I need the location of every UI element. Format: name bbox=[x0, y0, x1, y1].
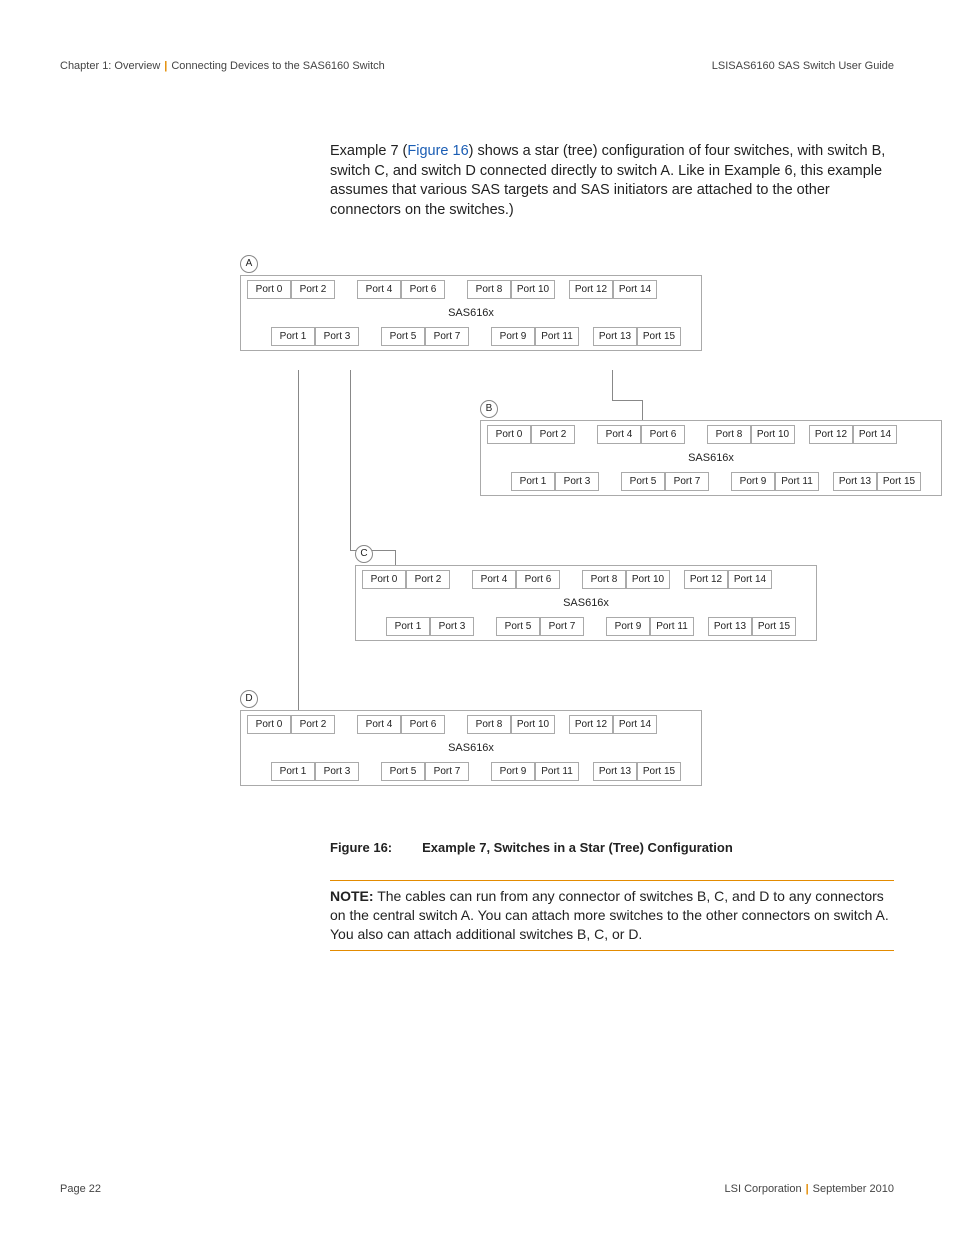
switch-model-label: SAS616x bbox=[241, 738, 701, 758]
port-box: Port 10 bbox=[626, 570, 670, 589]
port-box: Port 11 bbox=[650, 617, 694, 636]
switch-model-label: SAS616x bbox=[481, 448, 941, 468]
switch-a: Port 0Port 2 Port 4Port 6 Port 8Port 10 … bbox=[240, 275, 702, 351]
page-header: Chapter 1: Overview|Connecting Devices t… bbox=[60, 60, 894, 72]
port-box: Port 10 bbox=[751, 425, 795, 444]
port-box: Port 14 bbox=[613, 715, 657, 734]
section-label: Connecting Devices to the SAS6160 Switch bbox=[171, 60, 384, 72]
switch-badge-b: B bbox=[480, 400, 498, 418]
figure-link[interactable]: Figure 16 bbox=[407, 143, 468, 159]
chapter-label: Chapter 1: Overview bbox=[60, 60, 160, 72]
port-box: Port 13 bbox=[593, 327, 637, 346]
note-block: NOTE: The cables can run from any connec… bbox=[330, 880, 894, 951]
figure-caption: Figure 16: Example 7, Switches in a Star … bbox=[330, 840, 894, 855]
port-box: Port 13 bbox=[708, 617, 752, 636]
port-box: Port 13 bbox=[833, 472, 877, 491]
port-box: Port 10 bbox=[511, 715, 555, 734]
port-box: Port 3 bbox=[555, 472, 599, 491]
port-box: Port 7 bbox=[425, 327, 469, 346]
port-box: Port 11 bbox=[535, 327, 579, 346]
port-box: Port 9 bbox=[731, 472, 775, 491]
port-box: Port 6 bbox=[641, 425, 685, 444]
port-box: Port 11 bbox=[775, 472, 819, 491]
port-box: Port 6 bbox=[401, 715, 445, 734]
port-box: Port 12 bbox=[684, 570, 728, 589]
port-box: Port 13 bbox=[593, 762, 637, 781]
port-box: Port 4 bbox=[597, 425, 641, 444]
port-box: Port 15 bbox=[877, 472, 921, 491]
port-box: Port 15 bbox=[637, 762, 681, 781]
port-box: Port 1 bbox=[271, 327, 315, 346]
port-box: Port 3 bbox=[430, 617, 474, 636]
port-box: Port 7 bbox=[665, 472, 709, 491]
switch-badge-c: C bbox=[355, 545, 373, 563]
page-footer: Page 22 LSI Corporation|September 2010 bbox=[60, 1183, 894, 1195]
port-box: Port 3 bbox=[315, 762, 359, 781]
header-left: Chapter 1: Overview|Connecting Devices t… bbox=[60, 60, 385, 72]
port-box: Port 6 bbox=[401, 280, 445, 299]
port-box: Port 8 bbox=[707, 425, 751, 444]
port-box: Port 1 bbox=[511, 472, 555, 491]
figure-number: Figure 16: bbox=[330, 840, 392, 855]
port-box: Port 1 bbox=[271, 762, 315, 781]
body-paragraph: Example 7 (Figure 16) shows a star (tree… bbox=[330, 142, 894, 220]
footer-separator-icon: | bbox=[802, 1183, 813, 1195]
body-pre: Example 7 ( bbox=[330, 143, 407, 159]
switch-b: Port 0Port 2 Port 4Port 6 Port 8Port 10 … bbox=[480, 420, 942, 496]
port-box: Port 8 bbox=[467, 280, 511, 299]
figure-16-diagram: A Port 0Port 2 Port 4Port 6 Port 8Port 1… bbox=[180, 250, 940, 830]
port-box: Port 9 bbox=[491, 762, 535, 781]
port-box: Port 7 bbox=[540, 617, 584, 636]
footer-page: Page 22 bbox=[60, 1183, 101, 1195]
port-box: Port 14 bbox=[853, 425, 897, 444]
switch-c: Port 0Port 2 Port 4Port 6 Port 8Port 10 … bbox=[355, 565, 817, 641]
port-box: Port 5 bbox=[621, 472, 665, 491]
switch-model-label: SAS616x bbox=[241, 303, 701, 323]
port-box: Port 2 bbox=[406, 570, 450, 589]
switch-d: Port 0Port 2 Port 4Port 6 Port 8Port 10 … bbox=[240, 710, 702, 786]
port-box: Port 7 bbox=[425, 762, 469, 781]
port-box: Port 2 bbox=[291, 715, 335, 734]
switch-badge-d: D bbox=[240, 690, 258, 708]
footer-right: LSI Corporation|September 2010 bbox=[725, 1183, 894, 1195]
footer-date: September 2010 bbox=[813, 1183, 894, 1195]
port-box: Port 0 bbox=[247, 280, 291, 299]
port-box: Port 2 bbox=[531, 425, 575, 444]
port-box: Port 0 bbox=[362, 570, 406, 589]
port-box: Port 0 bbox=[247, 715, 291, 734]
port-box: Port 14 bbox=[613, 280, 657, 299]
port-box: Port 9 bbox=[491, 327, 535, 346]
port-box: Port 5 bbox=[381, 762, 425, 781]
port-box: Port 5 bbox=[381, 327, 425, 346]
port-box: Port 15 bbox=[637, 327, 681, 346]
switch-model-label: SAS616x bbox=[356, 593, 816, 613]
port-box: Port 4 bbox=[472, 570, 516, 589]
port-box: Port 9 bbox=[606, 617, 650, 636]
figure-title: Example 7, Switches in a Star (Tree) Con… bbox=[422, 840, 733, 855]
port-box: Port 10 bbox=[511, 280, 555, 299]
switch-badge-a: A bbox=[240, 255, 258, 273]
note-label: NOTE: bbox=[330, 888, 374, 904]
port-box: Port 4 bbox=[357, 715, 401, 734]
footer-corp: LSI Corporation bbox=[725, 1183, 802, 1195]
port-box: Port 0 bbox=[487, 425, 531, 444]
port-box: Port 2 bbox=[291, 280, 335, 299]
guide-title: LSISAS6160 SAS Switch User Guide bbox=[712, 60, 894, 72]
port-box: Port 15 bbox=[752, 617, 796, 636]
port-box: Port 5 bbox=[496, 617, 540, 636]
port-box: Port 4 bbox=[357, 280, 401, 299]
note-text: The cables can run from any connector of… bbox=[330, 888, 889, 942]
port-box: Port 12 bbox=[809, 425, 853, 444]
port-box: Port 6 bbox=[516, 570, 560, 589]
header-separator-icon: | bbox=[160, 60, 171, 72]
port-box: Port 1 bbox=[386, 617, 430, 636]
port-box: Port 12 bbox=[569, 280, 613, 299]
port-box: Port 11 bbox=[535, 762, 579, 781]
port-box: Port 8 bbox=[467, 715, 511, 734]
port-box: Port 14 bbox=[728, 570, 772, 589]
port-box: Port 8 bbox=[582, 570, 626, 589]
port-box: Port 12 bbox=[569, 715, 613, 734]
port-box: Port 3 bbox=[315, 327, 359, 346]
